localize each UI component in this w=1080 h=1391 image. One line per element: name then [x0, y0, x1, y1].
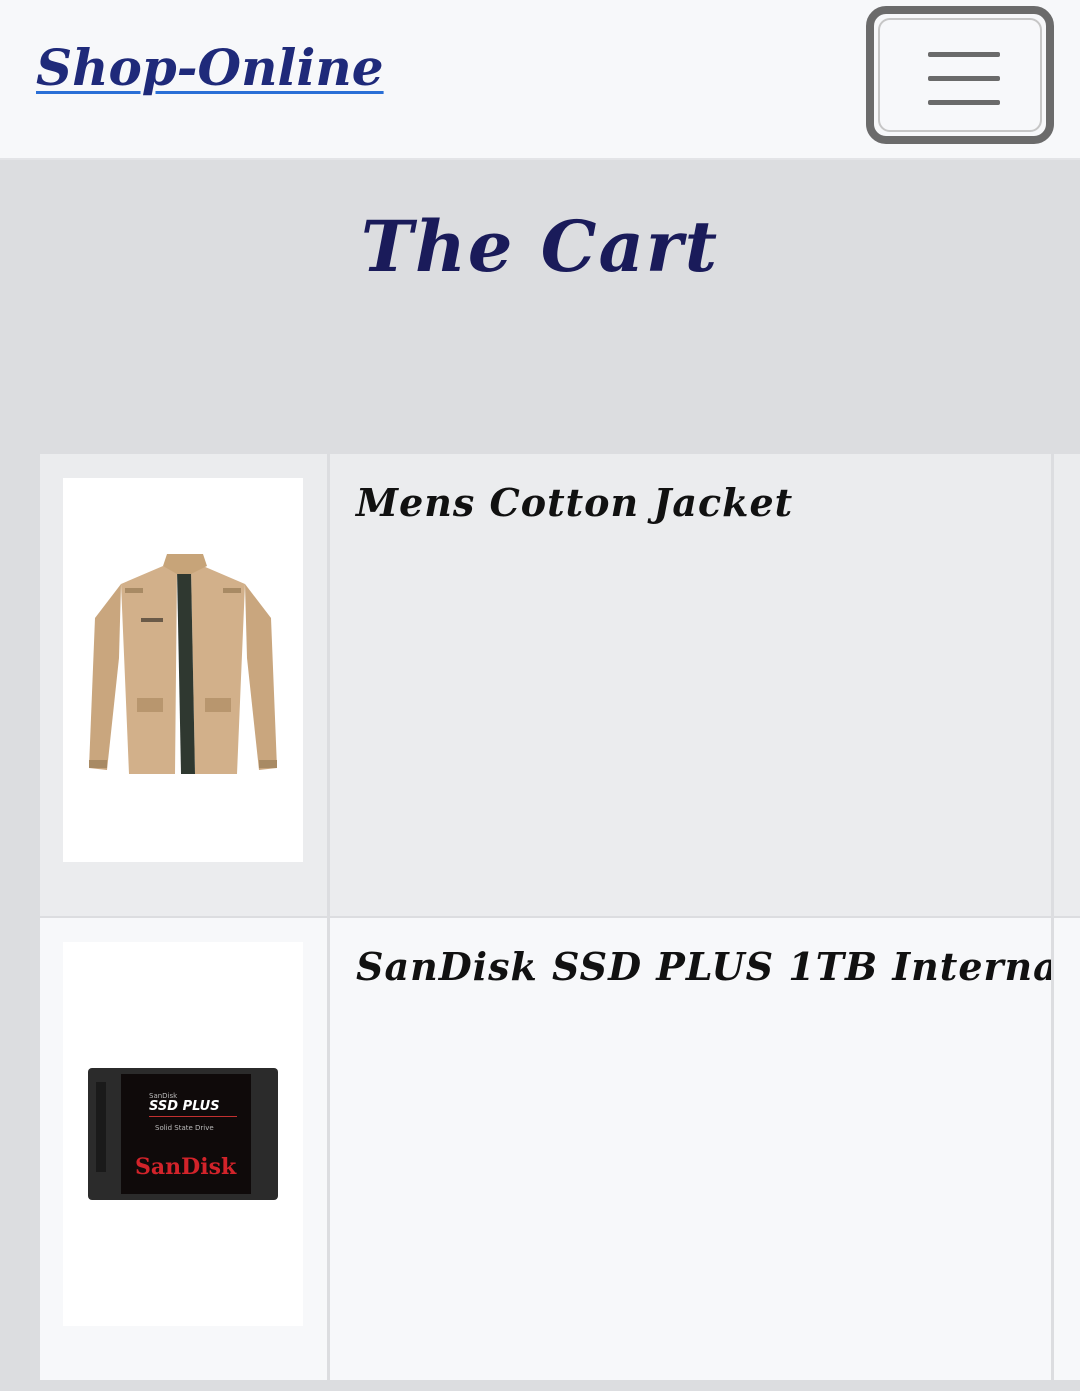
- page-title: The Cart: [360, 205, 720, 288]
- hamburger-menu-icon: [928, 52, 1000, 57]
- product-image-cell: [40, 454, 330, 916]
- product-name[interactable]: Mens Cotton Jacket: [356, 480, 793, 525]
- product-name-cell: Mens Cotton Jacket: [330, 454, 1054, 916]
- hamburger-menu-icon-bar: [928, 100, 1000, 105]
- svg-text:Solid State Drive: Solid State Drive: [155, 1124, 214, 1132]
- table-row: Mens Cotton Jacket: [38, 452, 1080, 918]
- hamburger-menu-icon-bar: [928, 76, 1000, 81]
- navbar: Shop-Online: [0, 0, 1080, 160]
- toggler-focus-ring: [878, 18, 1042, 132]
- product-extra-cell: [1054, 918, 1080, 1380]
- table-row: SanDisk SSD PLUS Solid State Drive SanDi…: [38, 916, 1080, 1382]
- product-image-cell: SanDisk SSD PLUS Solid State Drive SanDi…: [40, 918, 330, 1380]
- product-image[interactable]: [63, 478, 303, 862]
- product-extra-cell: [1054, 454, 1080, 916]
- jacket-image: [89, 554, 277, 774]
- product-image[interactable]: SanDisk SSD PLUS Solid State Drive SanDi…: [63, 942, 303, 1326]
- product-name[interactable]: SanDisk SSD PLUS 1TB Internal SSD: [356, 944, 1051, 989]
- brand-link[interactable]: Shop-Online: [36, 38, 384, 97]
- ssd-image: SanDisk SSD PLUS Solid State Drive SanDi…: [88, 1068, 278, 1200]
- svg-text:SSD PLUS: SSD PLUS: [149, 1099, 220, 1114]
- navbar-toggler-button[interactable]: [866, 6, 1054, 144]
- svg-text:SanDisk: SanDisk: [135, 1154, 237, 1180]
- product-name-cell: SanDisk SSD PLUS 1TB Internal SSD: [330, 918, 1054, 1380]
